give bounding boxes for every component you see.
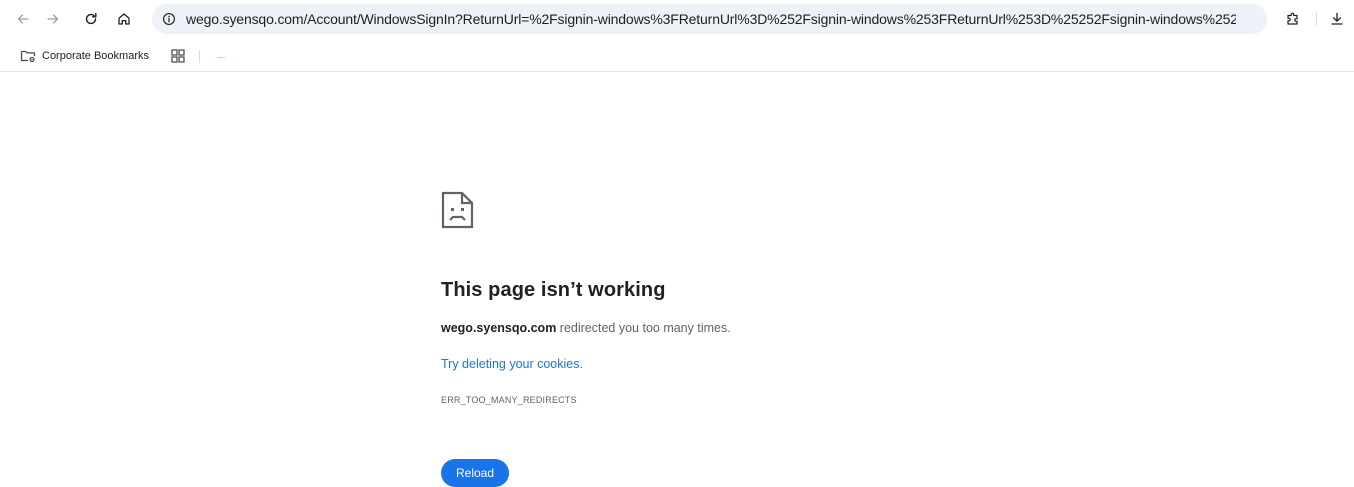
bookmarks-separator [199,50,200,63]
home-button[interactable] [113,8,135,30]
folder-settings-icon [20,48,36,64]
toolbar-separator [1316,12,1317,26]
apps-button[interactable] [170,48,186,64]
downloads-button[interactable] [1326,8,1348,30]
arrow-left-icon [17,14,29,24]
sad-page-icon [440,190,476,230]
error-heading: This page isn’t working [441,279,666,301]
extensions-button[interactable] [1282,8,1304,30]
forward-button[interactable] [42,8,64,30]
error-host: wego.syensqo.com [441,321,557,335]
bookmarks-bar: Corporate Bookmarks [0,38,1354,72]
url-text[interactable]: wego.syensqo.com/Account/WindowsSignIn?R… [186,11,1236,27]
site-info-button[interactable] [161,11,177,27]
error-code: ERR_TOO_MANY_REDIRECTS [441,395,577,405]
address-bar[interactable]: wego.syensqo.com/Account/WindowsSignIn?R… [152,4,1267,34]
error-summary-text: redirected you too many times. [556,321,731,335]
bookmark-remnant [217,57,225,58]
back-button[interactable] [12,8,34,30]
browser-toolbar: wego.syensqo.com/Account/WindowsSignIn?R… [0,0,1354,38]
download-icon [1331,12,1343,25]
bookmark-folder-label: Corporate Bookmarks [42,50,149,62]
reload-icon [85,12,97,25]
puzzle-icon [1287,12,1298,25]
reload-button[interactable] [80,8,102,30]
reload-page-button[interactable]: Reload [441,459,509,487]
apps-grid-icon [171,49,185,63]
home-icon [118,13,130,25]
bookmark-folder-corporate[interactable]: Corporate Bookmarks [20,47,149,65]
arrow-right-icon [47,14,59,24]
error-summary: wego.syensqo.com redirected you too many… [441,320,731,336]
delete-cookies-link[interactable]: Try deleting your cookies. [441,356,583,372]
info-circle-icon [163,13,175,25]
